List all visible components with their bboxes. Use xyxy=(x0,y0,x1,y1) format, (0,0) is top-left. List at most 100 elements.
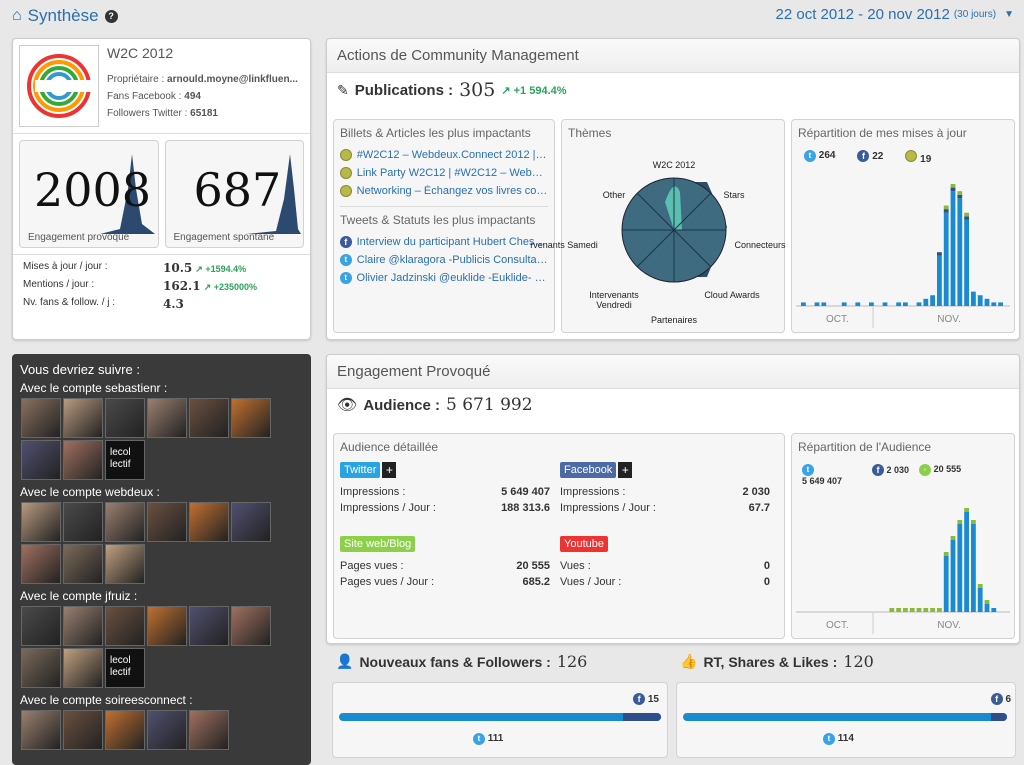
fans-section: 👤 Nouveaux fans & Followers : 126 f 15 t… xyxy=(332,650,670,765)
repartition-title: Répartition de mes mises à jour xyxy=(798,126,967,140)
chart-bar-blog xyxy=(903,608,908,612)
page-title[interactable]: ⌂ Synthèse ? xyxy=(12,6,118,26)
audience-repartition-panel: Répartition de l'Audience t5 649 407 f 2… xyxy=(791,433,1015,639)
profile-logo xyxy=(19,45,99,127)
chart-bar-facebook xyxy=(950,187,956,192)
theme-label: Stars xyxy=(723,190,745,200)
chart-bar-facebook xyxy=(943,209,949,213)
add-icon[interactable]: + xyxy=(382,462,397,478)
engagement-provoked-tile[interactable]: 2008 Engagement provoqué xyxy=(19,140,159,248)
add-icon[interactable]: + xyxy=(618,462,633,478)
avatar-lecollectif[interactable]: lecol lectif xyxy=(105,440,145,480)
avatar[interactable] xyxy=(105,710,145,750)
avatar[interactable] xyxy=(21,544,61,584)
followers-value: 65181 xyxy=(190,108,218,119)
edit-icon: ✎ xyxy=(337,81,349,98)
engagement-spontaneous-tile[interactable]: 687 Engagement spontané xyxy=(164,140,304,248)
avatar[interactable] xyxy=(189,606,229,646)
engagement-spontaneous-label: Engagement spontané xyxy=(173,232,275,243)
help-icon[interactable]: ? xyxy=(104,9,118,23)
billet-link[interactable]: Link Party W2C12 | #W2C12 – Webde... xyxy=(334,164,554,182)
chart-bar-blog xyxy=(950,536,956,540)
fans-bar-twitter xyxy=(339,713,623,721)
avatar[interactable] xyxy=(21,502,61,542)
chart-bar-blog xyxy=(977,584,983,588)
billet-link[interactable]: #W2C12 – Webdeux.Connect 2012 | P... xyxy=(334,146,554,164)
avatar[interactable] xyxy=(63,710,103,750)
avatar[interactable] xyxy=(231,398,271,438)
avatar[interactable] xyxy=(105,502,145,542)
twitter-icon: t xyxy=(340,254,352,266)
avatar[interactable] xyxy=(189,710,229,750)
avatar[interactable] xyxy=(231,606,271,646)
avatar-lecollectif[interactable]: lecol lectif xyxy=(105,648,145,688)
rt-title: RT, Shares & Likes : xyxy=(703,653,838,670)
facebook-icon: f xyxy=(340,236,352,248)
avatar[interactable] xyxy=(63,544,103,584)
engagement-tiles: 2008 Engagement provoqué 687 Engagement … xyxy=(13,134,310,254)
avatar[interactable] xyxy=(63,502,103,542)
avatar[interactable] xyxy=(105,606,145,646)
chart-bar-rss xyxy=(957,191,963,195)
avatar[interactable] xyxy=(147,398,187,438)
billet-link[interactable]: Networking – Échangez vos livres cont... xyxy=(334,182,554,200)
chart-bar-twitter xyxy=(855,302,861,306)
chart-bar-twitter xyxy=(937,255,942,306)
profile-stats: Mises à jour / jour : 10.5 ↗ +1594.4% Me… xyxy=(13,254,310,317)
facebook-badge[interactable]: Facebook xyxy=(560,462,617,478)
tweet-link[interactable]: t Claire @klaragora -Publicis Consultan..… xyxy=(334,251,554,269)
audience-bar-chart: OCT. NOV. xyxy=(796,508,1010,634)
avatar[interactable] xyxy=(21,606,61,646)
engagement-provoked-label: Engagement provoqué xyxy=(28,232,130,243)
chevron-down-icon: ▼ xyxy=(1004,9,1014,20)
blog-badge[interactable]: Site web/Blog xyxy=(340,536,416,552)
avatar[interactable] xyxy=(63,606,103,646)
suggestions-panel: Vous devriez suivre : Avec le compte seb… xyxy=(12,354,311,765)
avatar[interactable] xyxy=(147,710,187,750)
date-range-picker[interactable]: 22 oct 2012 - 20 nov 2012 (30 jours) ▼ xyxy=(776,6,1014,23)
tweet-link[interactable]: t Olivier Jadzinski @euklide -Euklide- pa… xyxy=(334,269,554,287)
actions-title: Actions de Community Management xyxy=(327,39,1019,73)
avatar[interactable] xyxy=(21,440,61,480)
avatar[interactable] xyxy=(189,398,229,438)
avatar[interactable] xyxy=(63,440,103,480)
publications-label: Publications : xyxy=(354,81,454,99)
audience-row: 👁 Audience : 5 671 992 xyxy=(327,389,1019,421)
profile-header: W2C 2012 Propriétaire : arnould.moyne@li… xyxy=(13,39,310,134)
rss-icon xyxy=(340,167,352,179)
chart-bar-twitter xyxy=(957,198,963,306)
legend-facebook: f 2 030 xyxy=(872,464,909,486)
avatar[interactable] xyxy=(189,502,229,542)
avatar[interactable] xyxy=(21,710,61,750)
avatar[interactable] xyxy=(105,544,145,584)
audience-label: Audience : xyxy=(363,396,440,414)
user-add-icon: 👤 xyxy=(336,653,354,669)
fans-title: Nouveaux fans & Followers : xyxy=(359,653,551,670)
suggestion-group: Avec le compte sebastienr : lecol lectif xyxy=(20,381,303,481)
avatar[interactable] xyxy=(147,502,187,542)
updates-bar-chart: OCT. NOV. xyxy=(796,184,1010,328)
profile-card: W2C 2012 Propriétaire : arnould.moyne@li… xyxy=(12,38,311,340)
chart-bar-blog xyxy=(889,608,895,612)
tweets-list: f Interview du participant Hubert Chesnai… xyxy=(334,233,554,287)
engagement-card: Engagement Provoqué 👁 Audience : 5 671 9… xyxy=(326,354,1020,644)
avatar[interactable] xyxy=(21,648,61,688)
chart-bar-twitter xyxy=(869,302,874,306)
chart-bar-twitter xyxy=(991,608,997,612)
avatar[interactable] xyxy=(231,502,271,542)
audience-value: 5 671 992 xyxy=(446,395,533,415)
avatar[interactable] xyxy=(21,398,61,438)
avatar[interactable] xyxy=(63,648,103,688)
youtube-badge[interactable]: Youtube xyxy=(560,536,608,552)
theme-label: W2C 2012 xyxy=(652,160,696,170)
chart-bar-twitter xyxy=(984,298,990,306)
facebook-icon: f xyxy=(857,150,870,162)
avatar[interactable] xyxy=(147,606,187,646)
suggestion-group-label: Avec le compte sebastienr : xyxy=(20,381,168,395)
twitter-badge[interactable]: Twitter xyxy=(340,462,381,478)
tweet-link[interactable]: f Interview du participant Hubert Chesnai… xyxy=(334,233,554,251)
profile-info: W2C 2012 Propriétaire : arnould.moyne@li… xyxy=(99,45,304,127)
avatar[interactable] xyxy=(63,398,103,438)
avatar[interactable] xyxy=(105,398,145,438)
owner-value: arnould.moyne@linkfluen... xyxy=(167,74,298,85)
